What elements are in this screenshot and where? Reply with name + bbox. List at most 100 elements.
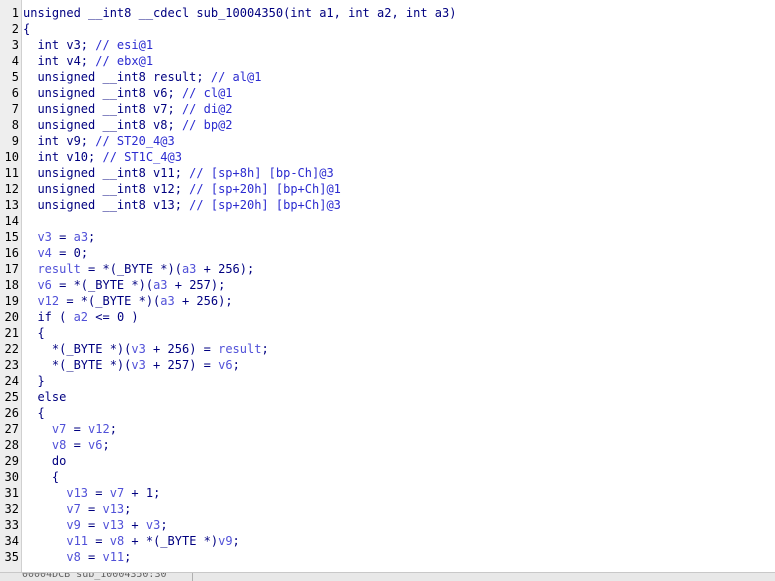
code-token: result bbox=[218, 342, 262, 356]
line-number: 28 bbox=[4, 438, 19, 452]
code-token: + bbox=[124, 518, 146, 532]
code-text: v6 = *(_BYTE *)(a3 + 257); bbox=[23, 277, 225, 293]
code-token: = bbox=[88, 486, 110, 500]
code-text: v3 = a3; bbox=[23, 229, 95, 245]
code-token: result bbox=[23, 262, 81, 276]
code-token: { bbox=[23, 470, 60, 484]
line-number: 22 bbox=[4, 342, 19, 356]
code-text: int v4; // ebx@1 bbox=[23, 53, 153, 69]
code-token: ; bbox=[109, 422, 117, 436]
code-token: // bp@2 bbox=[181, 118, 233, 132]
line-number: 11 bbox=[4, 166, 19, 180]
code-text: int v10; // ST1C_4@3 bbox=[23, 149, 182, 165]
line-number: 17 bbox=[4, 262, 19, 276]
line-number: 33 bbox=[4, 518, 19, 532]
line-number: 14 bbox=[4, 214, 19, 228]
code-text: { bbox=[23, 469, 59, 485]
code-token: = bbox=[66, 422, 89, 436]
code-token: unsigned __int8 result; bbox=[23, 70, 211, 84]
code-token: = bbox=[80, 518, 103, 532]
code-token: // ST20_4@3 bbox=[95, 134, 175, 148]
code-token: = bbox=[51, 230, 74, 244]
code-token: 257 bbox=[189, 278, 211, 292]
code-token: + bbox=[196, 262, 219, 276]
line-number: 5 bbox=[11, 70, 19, 84]
line-number: 7 bbox=[11, 102, 19, 116]
code-token: v12 bbox=[88, 422, 110, 436]
code-text: { bbox=[23, 21, 30, 37]
code-text: int v9; // ST20_4@3 bbox=[23, 133, 175, 149]
code-token: v4 bbox=[23, 246, 52, 260]
code-token: v11 bbox=[23, 534, 89, 548]
code-token: // [sp+8h] [bp-Ch]@3 bbox=[189, 166, 334, 180]
code-token: ) = bbox=[189, 358, 219, 372]
code-token: v6 bbox=[23, 278, 52, 292]
code-token: = *(_BYTE *)( bbox=[51, 278, 154, 292]
code-token: v3 bbox=[145, 518, 161, 532]
line-number: 18 bbox=[4, 278, 19, 292]
code-text: v8 = v6; bbox=[23, 437, 110, 453]
line-number: 9 bbox=[11, 134, 19, 148]
code-token: ; bbox=[232, 534, 240, 548]
line-number: 10 bbox=[4, 150, 19, 164]
code-token: { bbox=[23, 326, 45, 340]
code-token: = *(_BYTE *)( bbox=[80, 262, 182, 276]
pseudocode-view[interactable]: 1 unsigned __int8 __cdecl sub_10004350(in… bbox=[0, 0, 775, 572]
line-number: 3 bbox=[11, 38, 19, 52]
code-token: ; bbox=[160, 518, 168, 532]
code-token: v3 bbox=[131, 342, 146, 356]
code-text: unsigned __int8 result; // al@1 bbox=[23, 69, 261, 85]
code-token: + bbox=[167, 278, 190, 292]
line-number: 2 bbox=[11, 22, 19, 36]
code-token: ) = bbox=[189, 342, 219, 356]
line-number: 1 bbox=[11, 6, 19, 20]
code-token: = *(_BYTE *)( bbox=[59, 294, 161, 308]
code-token: 256 bbox=[218, 262, 240, 276]
code-token: v7 bbox=[23, 422, 67, 436]
line-number: 16 bbox=[4, 246, 19, 260]
line-number: 32 bbox=[4, 502, 19, 516]
code-token: v9 bbox=[23, 518, 81, 532]
code-token: = bbox=[88, 534, 110, 548]
code-token: v7 bbox=[23, 502, 81, 516]
code-text: *(_BYTE *)(v3 + 257) = v6; bbox=[23, 357, 240, 373]
code-token: + bbox=[174, 294, 197, 308]
code-token: int v10; bbox=[23, 150, 103, 164]
code-token: int v9; bbox=[23, 134, 96, 148]
code-token: v3 bbox=[23, 230, 52, 244]
code-text: result = *(_BYTE *)(a3 + 256); bbox=[23, 261, 254, 277]
code-token: int v4; bbox=[23, 54, 96, 68]
code-token: unsigned __int8 v13; bbox=[23, 198, 190, 212]
code-token: ; bbox=[261, 342, 269, 356]
code-token: } bbox=[23, 374, 45, 388]
code-token: // al@1 bbox=[210, 70, 262, 84]
line-number: 26 bbox=[4, 406, 19, 420]
line-number: 29 bbox=[4, 454, 19, 468]
code-token: 256 bbox=[167, 342, 190, 356]
line-number: 24 bbox=[4, 374, 19, 388]
line-number: 30 bbox=[4, 470, 19, 484]
code-token: + bbox=[124, 486, 146, 500]
code-token: unsigned __int8 v6; bbox=[23, 86, 182, 100]
code-token: // [sp+20h] [bp+Ch]@1 bbox=[189, 182, 341, 196]
code-text: unsigned __int8 v7; // di@2 bbox=[23, 101, 233, 117]
code-token: v9 bbox=[218, 534, 233, 548]
code-token: // di@2 bbox=[181, 102, 233, 116]
code-token: ; bbox=[153, 486, 161, 500]
line-number: 25 bbox=[4, 390, 19, 404]
code-token: a3 bbox=[181, 262, 197, 276]
code-token: ; bbox=[88, 230, 96, 244]
code-token: = bbox=[51, 246, 74, 260]
line-number: 35 bbox=[4, 550, 19, 564]
code-text: unsigned __int8 v13; // [sp+20h] [bp+Ch]… bbox=[23, 197, 340, 213]
line-number: 23 bbox=[4, 358, 19, 372]
code-token: v11 bbox=[102, 550, 125, 564]
code-token: 1 bbox=[145, 486, 154, 500]
code-token: + bbox=[145, 358, 168, 372]
code-text: } bbox=[23, 373, 45, 389]
code-token: // ebx@1 bbox=[95, 54, 154, 68]
code-text: { bbox=[23, 405, 44, 421]
code-token: else bbox=[23, 390, 67, 404]
code-text: unsigned __int8 v12; // [sp+20h] [bp+Ch]… bbox=[23, 181, 341, 197]
code-text: { bbox=[23, 325, 45, 341]
